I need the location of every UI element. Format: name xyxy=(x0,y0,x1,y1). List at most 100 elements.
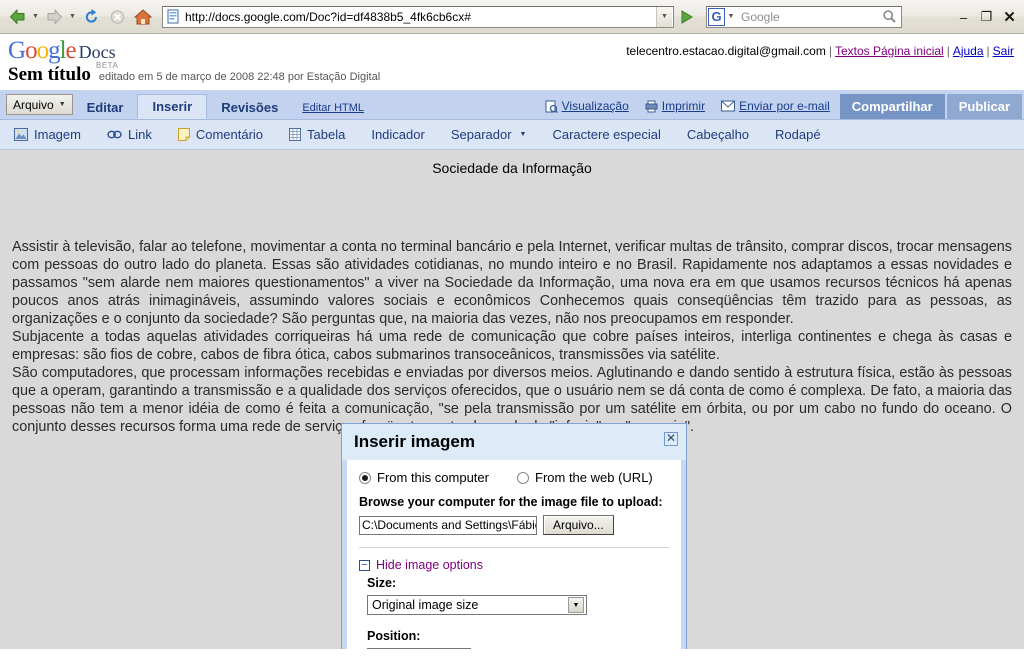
insert-rodape-label: Rodapé xyxy=(775,127,821,142)
search-engine-caret-icon[interactable]: ▼ xyxy=(725,13,737,20)
insert-comentario-label: Comentário xyxy=(195,127,264,142)
stop-icon xyxy=(110,9,124,24)
reload-icon xyxy=(85,8,97,23)
back-arrow-icon xyxy=(9,9,24,24)
logo-letter-e: e xyxy=(65,37,77,64)
insert-toolbar: Imagem Link Comentário Tabela Indicador … xyxy=(0,120,1024,150)
tab-bar-actions: Visualização Imprimir Enviar por e-mail … xyxy=(537,89,1024,119)
toggle-image-options-label: Hide image options xyxy=(376,558,484,572)
size-label: Size: xyxy=(367,576,397,590)
action-enviar-por-email[interactable]: Enviar por e-mail xyxy=(721,99,830,113)
logo-letter-o2: o xyxy=(36,37,49,64)
menu-arquivo-label: Arquivo xyxy=(13,97,54,112)
tab-revisoes[interactable]: Revisões xyxy=(207,95,292,119)
logo-letter-o1: o xyxy=(25,37,37,64)
menu-arquivo[interactable]: Arquivo ▼ xyxy=(6,94,73,115)
account-separator-3: | xyxy=(986,44,990,58)
insert-indicador[interactable]: Indicador xyxy=(371,127,424,142)
insert-rodape[interactable]: Rodapé xyxy=(775,127,821,142)
page-icon xyxy=(164,8,182,26)
link-ajuda[interactable]: Ajuda xyxy=(953,44,984,58)
insert-cabecalho[interactable]: Cabeçalho xyxy=(687,127,749,142)
search-engine-letter: G xyxy=(711,9,722,24)
tab-inserir-label: Inserir xyxy=(152,99,193,114)
size-select[interactable]: Original image size ▼ xyxy=(367,595,587,615)
forward-history-caret: ▼ xyxy=(69,13,76,20)
document-paragraph-2: Subjacente a todas aquelas atividades co… xyxy=(12,329,1012,363)
home-button[interactable] xyxy=(130,4,156,30)
insert-caractere-especial-label: Caractere especial xyxy=(552,127,661,142)
go-button[interactable] xyxy=(676,5,698,29)
stop-button xyxy=(104,4,130,30)
insert-indicador-label: Indicador xyxy=(371,127,425,142)
size-select-value: Original image size xyxy=(372,598,479,612)
comment-icon xyxy=(177,128,190,141)
toggle-image-options[interactable]: − Hide image options xyxy=(359,558,669,572)
document-area[interactable]: Sociedade da Informação Assistir à telev… xyxy=(0,150,1024,649)
position-select[interactable]: Left-aligned ▼ xyxy=(367,648,471,649)
gdocs-header: Google Docs BETA telecentro.estacao.digit… xyxy=(0,34,1024,90)
button-publicar[interactable]: Publicar xyxy=(946,94,1022,119)
address-dropdown-icon[interactable]: ▼ xyxy=(656,6,672,27)
radio-from-the-web-indicator[interactable] xyxy=(517,471,529,484)
address-bar-text[interactable]: http://docs.google.com/Doc?id=df4838b5_4… xyxy=(182,10,656,24)
insert-separador[interactable]: Separador ▼ xyxy=(451,127,527,142)
document-heading: Sociedade da Informação xyxy=(432,160,592,176)
back-history-caret[interactable]: ▼ xyxy=(30,4,41,30)
document-body[interactable]: Assistir à televisão, falar ao telefone,… xyxy=(10,238,1014,436)
insert-imagem[interactable]: Imagem xyxy=(14,127,81,142)
action-visualizacao-label: Visualização xyxy=(561,99,629,113)
google-search-engine-icon[interactable]: G xyxy=(708,7,725,26)
button-compartilhar[interactable]: Compartilhar xyxy=(839,94,945,119)
table-icon xyxy=(289,128,302,141)
restore-button[interactable]: ❐ xyxy=(976,6,997,28)
browse-instruction-label: Browse your computer for the image file … xyxy=(359,495,663,509)
insert-comentario[interactable]: Comentário xyxy=(177,127,264,142)
radio-from-this-computer-label: From this computer xyxy=(377,470,489,485)
close-icon[interactable]: ✕ xyxy=(664,432,678,446)
address-bar[interactable]: http://docs.google.com/Doc?id=df4838b5_4… xyxy=(162,5,674,28)
insert-imagem-label: Imagem xyxy=(34,127,81,142)
dialog-divider xyxy=(359,547,669,548)
logo-letter-g1: G xyxy=(8,37,26,64)
radio-from-this-computer-indicator[interactable] xyxy=(359,471,371,484)
browser-toolbar: ▼ ▼ http://docs.google.com/Doc?id=df4838… xyxy=(0,0,1024,34)
link-textos-pagina-inicial[interactable]: Textos Página inicial xyxy=(835,44,944,58)
button-publicar-label: Publicar xyxy=(958,99,1010,114)
tab-inserir[interactable]: Inserir xyxy=(137,94,208,119)
minimize-button[interactable]: – xyxy=(953,6,974,28)
document-paragraph-1: Assistir à televisão, falar ao telefone,… xyxy=(12,239,1012,327)
insert-link-label: Link xyxy=(127,127,152,142)
page-title[interactable]: Sem título xyxy=(8,64,91,86)
insert-cabecalho-label: Cabeçalho xyxy=(686,127,750,142)
radio-from-this-computer[interactable]: From this computer xyxy=(359,470,517,485)
home-icon xyxy=(133,8,153,24)
account-bar: telecentro.estacao.digital@gmail.com | Tex… xyxy=(626,44,1014,58)
chevron-down-icon: ▼ xyxy=(58,101,66,108)
collapse-icon[interactable]: − xyxy=(359,559,370,571)
radio-from-the-web[interactable]: From the web (URL) xyxy=(517,470,653,485)
insert-tabela[interactable]: Tabela xyxy=(289,127,345,142)
insert-image-dialog: Inserir imagem ✕ From this computer From… xyxy=(341,423,687,649)
dialog-header: Inserir imagem ✕ xyxy=(342,424,686,460)
forward-arrow-icon xyxy=(47,9,62,24)
action-visualizacao[interactable]: Visualização xyxy=(545,99,629,113)
search-icon[interactable] xyxy=(877,9,901,24)
link-sair[interactable]: Sair xyxy=(993,44,1014,58)
insert-link[interactable]: Link xyxy=(107,127,152,142)
tab-editar[interactable]: Editar xyxy=(73,95,138,119)
back-button[interactable] xyxy=(4,4,30,30)
logo-letter-g2: g xyxy=(48,37,60,64)
link-editar-html[interactable]: Editar HTML xyxy=(292,102,374,114)
browse-file-button[interactable]: Arquivo... xyxy=(543,515,614,535)
account-separator-2: | xyxy=(946,44,950,58)
window-controls: – ❐ ✕ xyxy=(953,0,1020,34)
search-box[interactable]: G ▼ Google xyxy=(706,5,902,28)
file-path-input[interactable]: C:\Documents and Settings\Fábio\ xyxy=(359,515,537,535)
chevron-down-icon[interactable]: ▼ xyxy=(568,597,584,613)
reload-button[interactable] xyxy=(78,4,104,30)
action-imprimir[interactable]: Imprimir xyxy=(645,99,705,113)
insert-caractere-especial[interactable]: Caractere especial xyxy=(552,127,660,142)
search-input[interactable]: Google xyxy=(737,10,877,24)
close-button[interactable]: ✕ xyxy=(999,6,1020,28)
